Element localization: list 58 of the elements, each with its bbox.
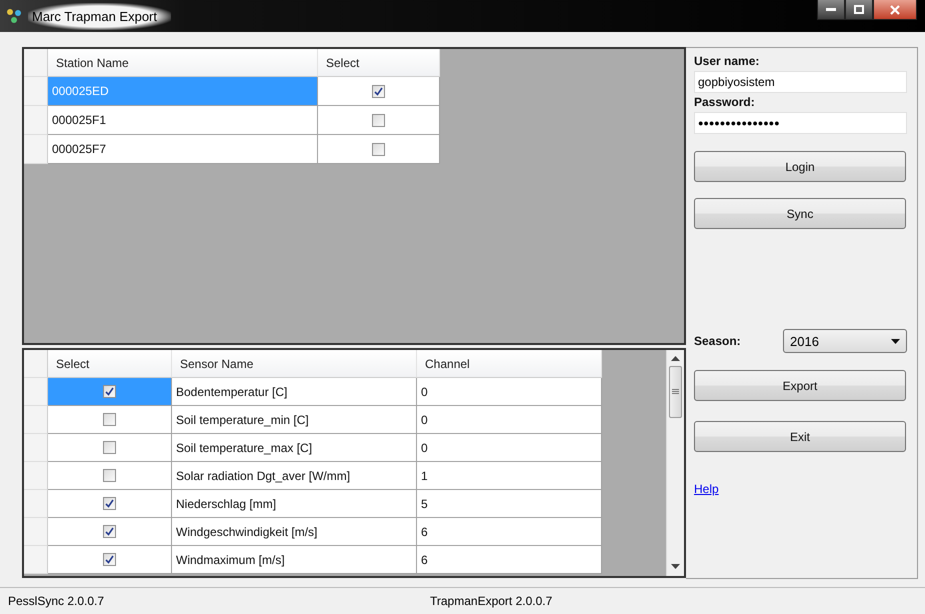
scroll-up-icon[interactable] xyxy=(671,356,680,362)
table-cell: Soil temperature_max [C] xyxy=(172,434,417,462)
caret-icon xyxy=(891,338,900,344)
checkbox[interactable] xyxy=(103,441,116,454)
scrollbar[interactable] xyxy=(666,350,684,576)
username-field[interactable]: gopbiyosistem xyxy=(694,71,907,93)
sync-button[interactable]: Sync xyxy=(694,198,906,229)
season-dropdown[interactable]: 2016 xyxy=(783,329,907,353)
scroll-thumb[interactable] xyxy=(669,366,682,418)
password-label: Password: xyxy=(694,95,756,109)
table-cell: 0 xyxy=(417,378,602,406)
app-icon xyxy=(6,8,22,24)
window-title: Marc Trapman Export xyxy=(28,2,171,30)
checkbox[interactable] xyxy=(372,114,385,126)
table-cell: 0 xyxy=(417,406,602,434)
table-cell: 0 xyxy=(417,434,602,462)
checkbox[interactable] xyxy=(103,385,116,398)
checkbox[interactable] xyxy=(103,525,116,538)
status-text: TrapmanExport 2.0.0.7 xyxy=(430,594,554,608)
table-cell: Windmaximum [m/s] xyxy=(172,546,417,574)
column-header[interactable]: Select xyxy=(48,350,172,378)
table-cell: Niederschlag [mm] xyxy=(172,490,417,518)
table-cell: 5 xyxy=(417,490,602,518)
table-cell: Windgeschwindigkeit [m/s] xyxy=(172,518,417,546)
checkbox[interactable] xyxy=(372,84,385,98)
export-button[interactable]: Export xyxy=(694,370,906,401)
checkbox[interactable] xyxy=(372,142,385,156)
close-icon xyxy=(890,4,900,14)
column-header[interactable]: Station Name xyxy=(48,49,318,77)
scroll-down-icon[interactable] xyxy=(671,564,680,570)
column-header[interactable]: Sensor Name xyxy=(172,350,417,378)
table-cell: 6 xyxy=(417,546,602,574)
checkbox[interactable] xyxy=(103,553,116,566)
column-header[interactable]: Select xyxy=(318,49,440,77)
checkbox[interactable] xyxy=(103,413,116,426)
status-text: PesslSync 2.0.0.7 xyxy=(8,594,106,608)
checkbox[interactable] xyxy=(103,497,116,510)
table-cell: 6 xyxy=(417,518,602,546)
help-link[interactable]: Help xyxy=(694,482,719,496)
maximize-icon xyxy=(854,5,864,14)
password-field[interactable]: ●●●●●●●●●●●●●●● xyxy=(694,112,907,134)
table-cell[interactable]: 000025F1 xyxy=(48,106,318,135)
exit-button[interactable]: Exit xyxy=(694,421,906,452)
maximize-button[interactable] xyxy=(845,0,873,20)
column-header[interactable]: Channel xyxy=(417,350,602,378)
checkbox[interactable] xyxy=(103,469,116,482)
minimize-icon xyxy=(826,8,836,12)
username-label: User name: xyxy=(694,54,760,68)
minimize-button[interactable] xyxy=(817,0,845,20)
grip-icon xyxy=(672,389,679,395)
table-cell: Bodentemperatur [C] xyxy=(172,378,417,406)
table-cell: Solar radiation Dgt_aver [W/mm] xyxy=(172,462,417,490)
table-cell: Soil temperature_min [C] xyxy=(172,406,417,434)
close-button[interactable] xyxy=(873,0,917,20)
table-cell[interactable]: 000025F7 xyxy=(48,135,318,164)
season-label: Season: xyxy=(694,334,741,348)
login-button[interactable]: Login xyxy=(694,151,906,182)
table-cell: 1 xyxy=(417,462,602,490)
